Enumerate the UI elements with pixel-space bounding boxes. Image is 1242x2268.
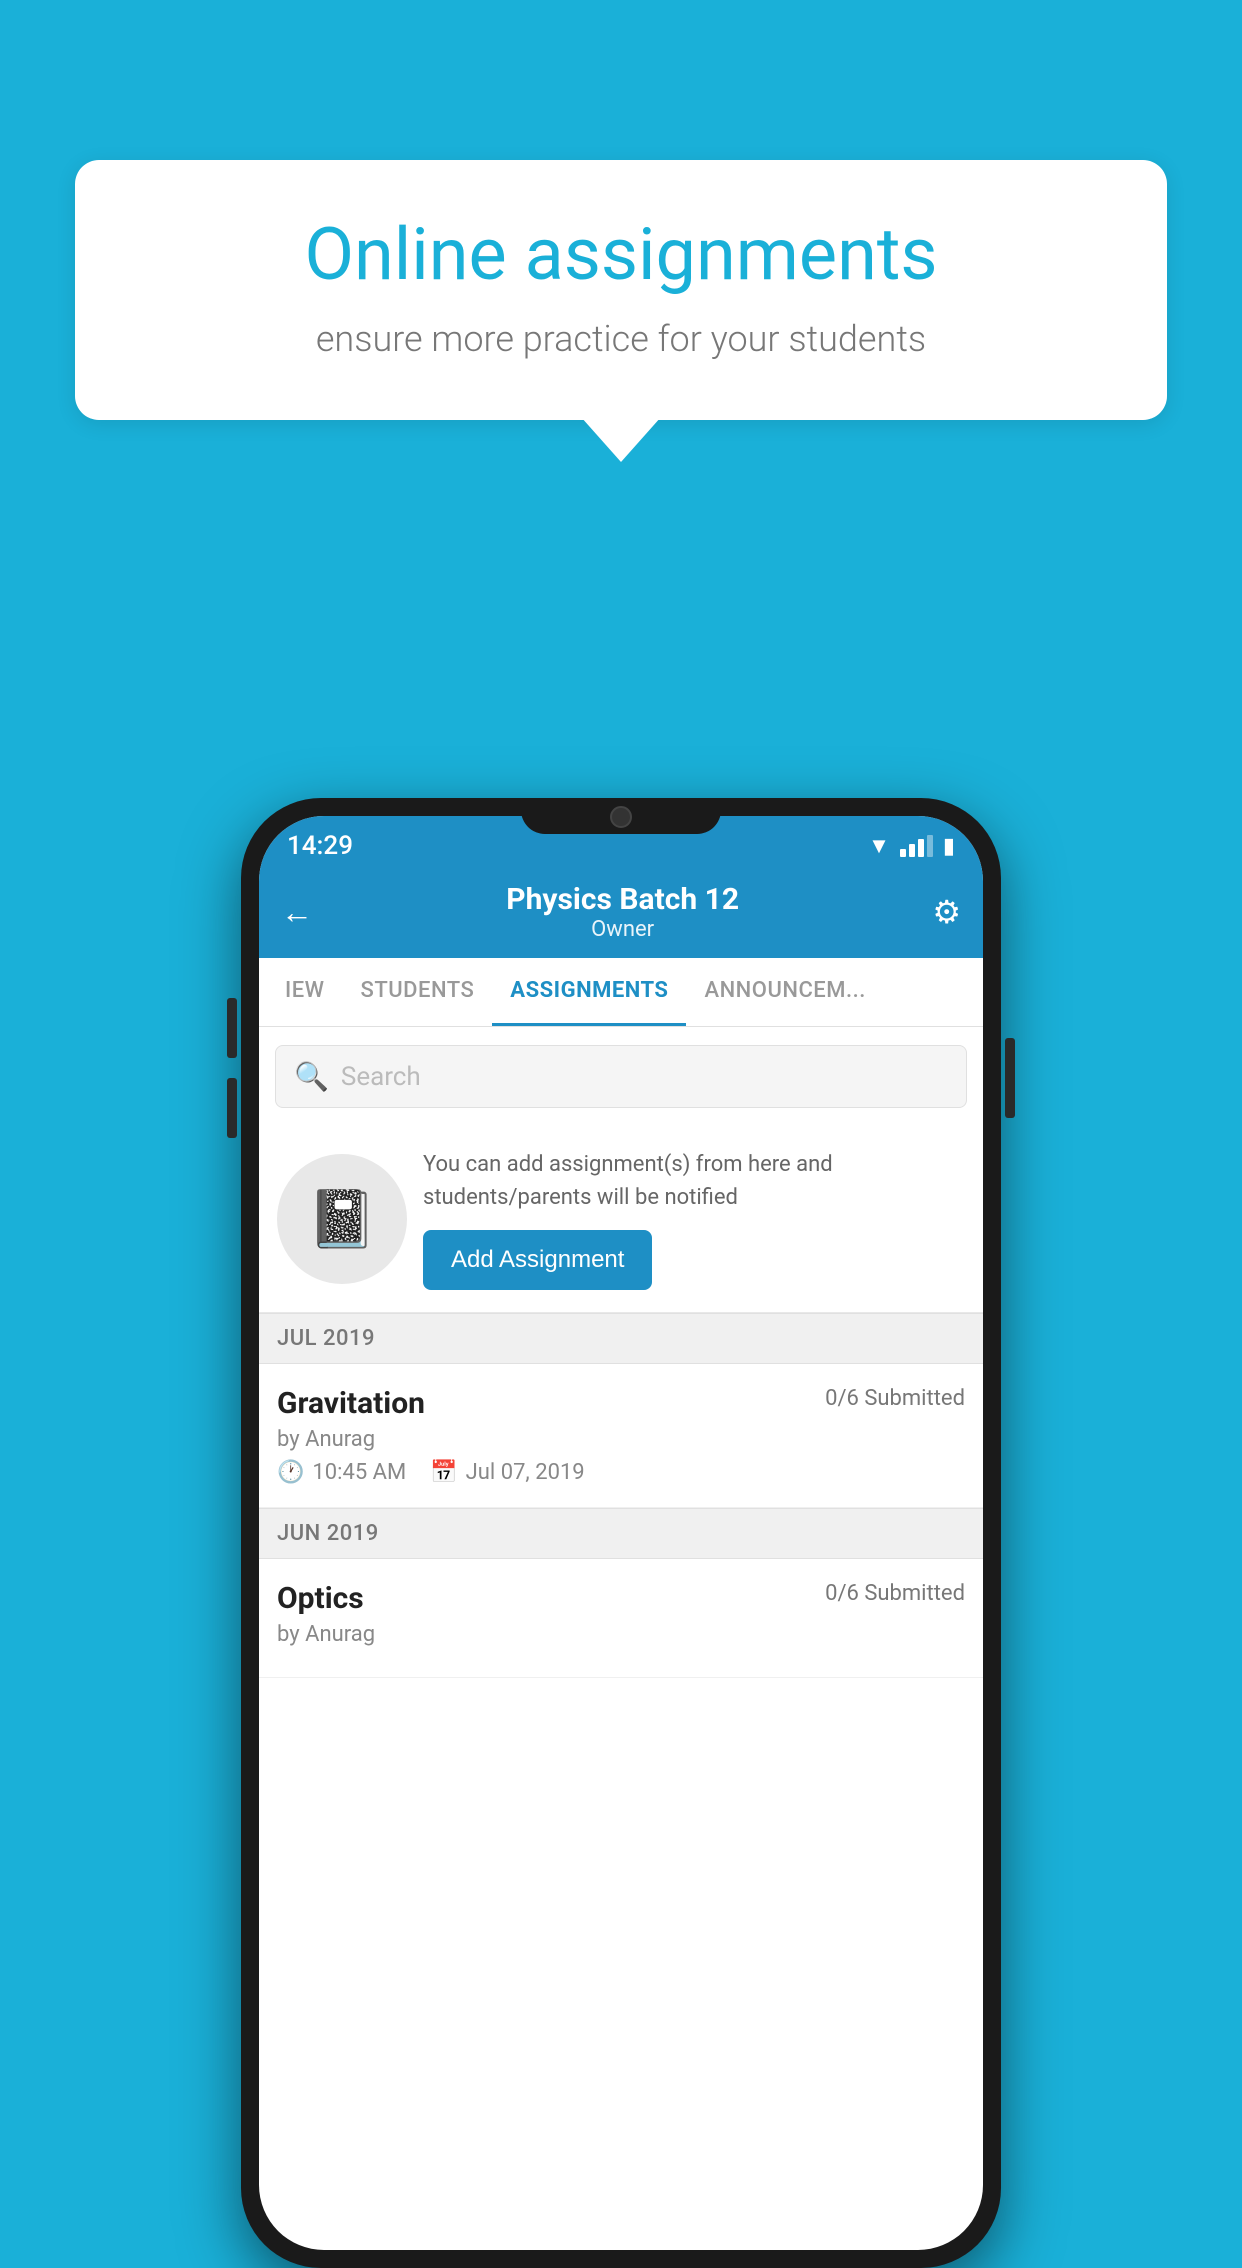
speech-bubble-container: Online assignments ensure more practice … xyxy=(75,160,1167,420)
tab-overview[interactable]: IEW xyxy=(267,958,343,1026)
bubble-subtitle: ensure more practice for your students xyxy=(135,318,1107,360)
phone-frame: 14:29 ▼ ▮ ← Physics Batch 12 Owner ⚙ xyxy=(241,798,1001,2268)
settings-icon[interactable]: ⚙ xyxy=(932,893,961,931)
assignment-submitted-optics: 0/6 Submitted xyxy=(825,1581,965,1606)
assignment-date: 📅 Jul 07, 2019 xyxy=(430,1460,584,1485)
app-header: ← Physics Batch 12 Owner ⚙ xyxy=(259,868,983,958)
volume-up-button xyxy=(227,998,237,1058)
speech-bubble: Online assignments ensure more practice … xyxy=(75,160,1167,420)
search-icon: 🔍 xyxy=(294,1060,329,1093)
front-camera xyxy=(610,806,632,828)
bubble-title: Online assignments xyxy=(135,215,1107,294)
status-icons: ▼ ▮ xyxy=(868,833,955,859)
phone-notch xyxy=(521,798,721,834)
assignment-meta: 🕐 10:45 AM 📅 Jul 07, 2019 xyxy=(277,1460,965,1485)
volume-down-button xyxy=(227,1078,237,1138)
add-assignment-button[interactable]: Add Assignment xyxy=(423,1230,652,1290)
promo-card: 📓 You can add assignment(s) from here an… xyxy=(259,1126,983,1313)
promo-description: You can add assignment(s) from here and … xyxy=(423,1148,965,1214)
section-header-jul: JUL 2019 xyxy=(259,1313,983,1364)
assignment-time-value: 10:45 AM xyxy=(312,1460,406,1485)
tab-students[interactable]: STUDENTS xyxy=(343,958,493,1026)
assignment-name: Gravitation xyxy=(277,1386,425,1421)
search-container: 🔍 Search xyxy=(259,1027,983,1126)
phone-screen: 14:29 ▼ ▮ ← Physics Batch 12 Owner ⚙ xyxy=(259,816,983,2250)
power-button xyxy=(1005,1038,1015,1118)
assignment-date-value: Jul 07, 2019 xyxy=(466,1460,585,1485)
notebook-icon: 📓 xyxy=(307,1186,377,1252)
notebook-circle: 📓 xyxy=(277,1154,407,1284)
search-bar[interactable]: 🔍 Search xyxy=(275,1045,967,1108)
calendar-icon: 📅 xyxy=(430,1460,457,1485)
assignment-item-gravitation[interactable]: Gravitation 0/6 Submitted by Anurag 🕐 10… xyxy=(259,1364,983,1508)
battery-icon: ▮ xyxy=(943,834,955,859)
promo-text-block: You can add assignment(s) from here and … xyxy=(423,1148,965,1290)
assignment-author: by Anurag xyxy=(277,1427,965,1452)
tab-bar: IEW STUDENTS ASSIGNMENTS ANNOUNCEM... xyxy=(259,958,983,1027)
search-placeholder: Search xyxy=(341,1062,421,1092)
back-button[interactable]: ← xyxy=(281,893,313,931)
assignment-item-optics[interactable]: Optics 0/6 Submitted by Anurag xyxy=(259,1559,983,1678)
signal-icon xyxy=(900,835,933,857)
wifi-icon: ▼ xyxy=(868,833,890,859)
tab-assignments[interactable]: ASSIGNMENTS xyxy=(492,958,686,1026)
assignment-submitted: 0/6 Submitted xyxy=(825,1386,965,1411)
header-title-block: Physics Batch 12 Owner xyxy=(313,882,932,942)
assignment-row: Gravitation 0/6 Submitted xyxy=(277,1386,965,1421)
header-title: Physics Batch 12 xyxy=(313,882,932,917)
assignment-time: 🕐 10:45 AM xyxy=(277,1460,406,1485)
assignment-author-optics: by Anurag xyxy=(277,1622,965,1647)
assignment-row-optics: Optics 0/6 Submitted xyxy=(277,1581,965,1616)
header-subtitle: Owner xyxy=(313,917,932,942)
status-time: 14:29 xyxy=(287,831,353,861)
clock-icon: 🕐 xyxy=(277,1460,304,1485)
section-header-jun: JUN 2019 xyxy=(259,1508,983,1559)
assignment-name-optics: Optics xyxy=(277,1581,364,1616)
tab-announcements[interactable]: ANNOUNCEM... xyxy=(686,958,883,1026)
